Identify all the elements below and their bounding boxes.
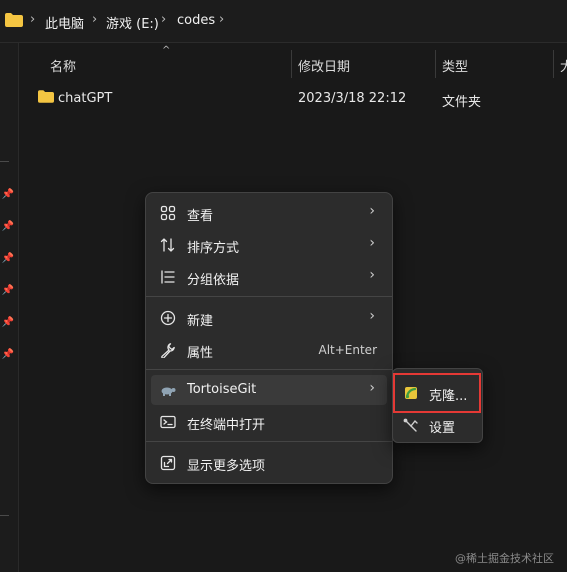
address-bar[interactable]: › 此电脑 › 游戏 (E:) › codes › [0, 0, 567, 43]
chevron-right-icon: › [369, 380, 375, 396]
menu-item-label: TortoiseGit [187, 382, 257, 397]
column-divider[interactable] [553, 50, 554, 78]
pin-icon: 📌 [1, 253, 15, 264]
breadcrumb-this-pc[interactable]: 此电脑 [45, 13, 84, 32]
breadcrumb-codes[interactable]: codes [177, 13, 215, 28]
menu-item-label: 查看 [187, 209, 214, 224]
group-icon [161, 270, 175, 284]
terminal-icon [160, 415, 176, 429]
menu-item-group-by[interactable]: 分组依据 › [151, 262, 387, 292]
pin-icon: 📌 [1, 189, 15, 200]
shortcut-text: Alt+Enter [318, 343, 377, 357]
menu-divider [146, 296, 392, 297]
menu-item-label: 新建 [187, 314, 214, 329]
menu-item-sort-by[interactable]: 排序方式 › [151, 230, 387, 260]
sort-icon [160, 238, 175, 252]
pin-icon: 📌 [1, 317, 15, 328]
menu-item-open-in-terminal[interactable]: 在终端中打开 [151, 407, 387, 437]
column-header-type[interactable]: 类型 [442, 56, 468, 75]
chevron-right-icon: › [369, 267, 375, 283]
menu-divider [146, 441, 392, 442]
breadcrumb-drive-e[interactable]: 游戏 (E:) [106, 13, 159, 32]
chevron-right-icon: › [369, 308, 375, 324]
nav-divider [0, 161, 9, 162]
file-name: chatGPT [58, 91, 113, 106]
view-icon [160, 205, 176, 221]
menu-item-view[interactable]: 查看 › [151, 198, 387, 228]
menu-divider [146, 369, 392, 370]
column-header-name[interactable]: 名称 [50, 56, 76, 75]
sort-ascending-icon: ^ [162, 45, 171, 56]
folder-icon [5, 13, 23, 27]
column-header-modified[interactable]: 修改日期 [298, 56, 350, 75]
column-divider[interactable] [435, 50, 436, 78]
column-divider[interactable] [291, 50, 292, 78]
menu-item-label: 属性 [187, 346, 214, 361]
navigation-pane[interactable]: 📌 📌 📌 📌 📌 📌 [0, 43, 19, 572]
breadcrumb-separator: › [92, 12, 98, 27]
breadcrumb-separator: › [219, 12, 225, 27]
pin-icon: 📌 [1, 285, 15, 296]
menu-item-tortoisegit[interactable]: TortoiseGit › [151, 375, 387, 405]
file-row[interactable]: chatGPT 2023/3/18 22:12 文件夹 [30, 86, 560, 110]
file-modified-date: 2023/3/18 22:12 [298, 91, 407, 106]
menu-item-new[interactable]: 新建 › [151, 303, 387, 333]
tortoise-icon [161, 387, 176, 396]
menu-item-label: 排序方式 [187, 241, 240, 256]
context-menu: 查看 › 排序方式 › 分组依据 › 新建 › 属性 Alt+Enter Tor… [145, 192, 393, 484]
pin-icon: 📌 [1, 221, 15, 232]
breadcrumb-separator: › [30, 12, 36, 27]
pin-icon: 📌 [1, 349, 15, 360]
file-type: 文件夹 [442, 95, 482, 110]
menu-item-properties[interactable]: 属性 Alt+Enter [151, 335, 387, 365]
menu-item-label: 分组依据 [187, 273, 240, 288]
new-icon [160, 310, 176, 326]
chevron-right-icon: › [369, 203, 375, 219]
menu-item-label: 显示更多选项 [187, 459, 266, 474]
wrench-icon [161, 343, 175, 358]
folder-icon [38, 90, 54, 103]
highlight-annotation-box [393, 373, 481, 413]
nav-divider [0, 515, 9, 516]
submenu-item-settings[interactable]: 设置 [397, 411, 478, 439]
menu-item-label: 在终端中打开 [187, 418, 266, 433]
breadcrumb-separator: › [161, 12, 167, 27]
settings-icon [403, 418, 418, 432]
submenu-item-label: 设置 [429, 421, 456, 436]
chevron-right-icon: › [369, 235, 375, 251]
column-header-size[interactable]: 大 [560, 56, 567, 75]
watermark: @稀土掘金技术社区 [455, 552, 554, 565]
more-options-icon [160, 455, 176, 471]
menu-item-show-more-options[interactable]: 显示更多选项 [151, 448, 387, 478]
